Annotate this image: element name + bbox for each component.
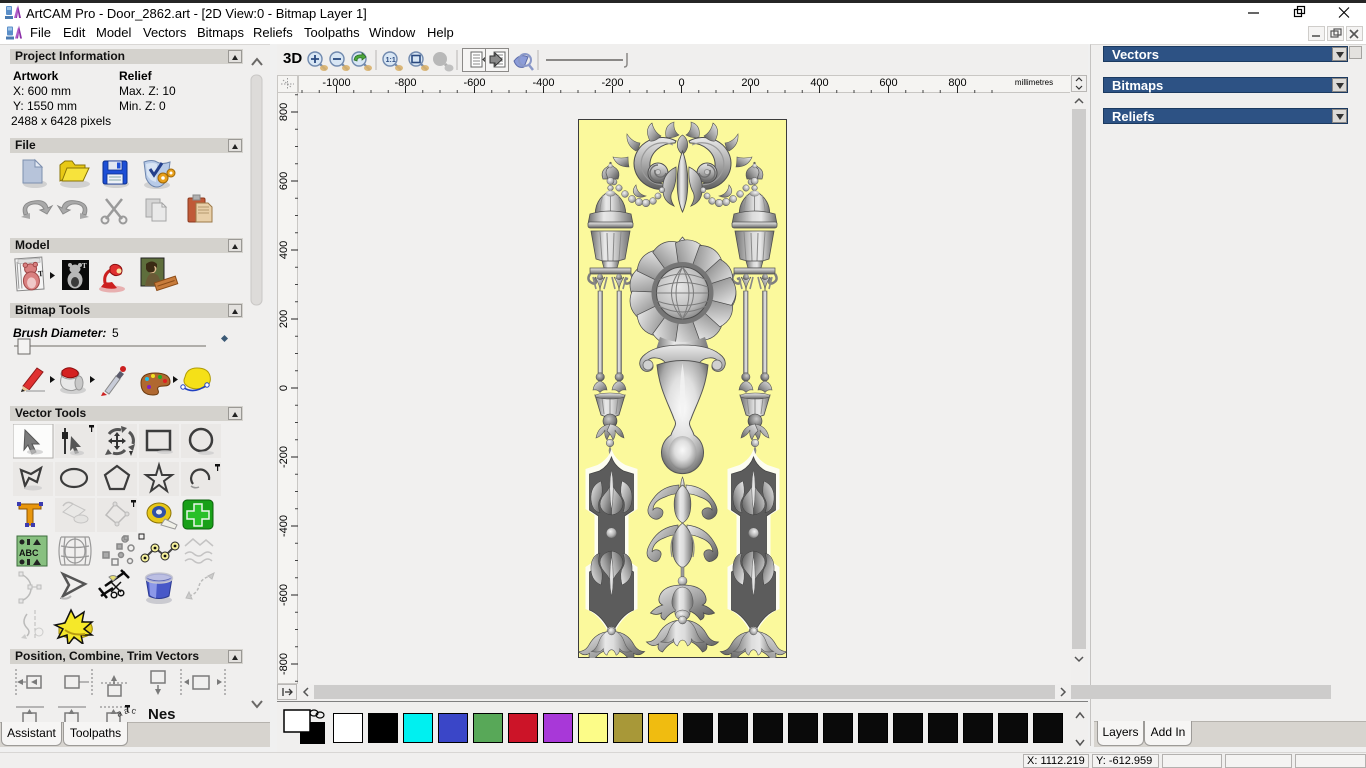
svg-text:Nes: Nes xyxy=(148,706,176,723)
svg-text:-200: -200 xyxy=(278,446,290,468)
svg-text:-400: -400 xyxy=(278,515,290,537)
svg-text:1:1: 1:1 xyxy=(386,57,396,64)
svg-text:400: 400 xyxy=(810,77,828,89)
svg-text:T: T xyxy=(82,262,87,270)
svg-text:600: 600 xyxy=(879,77,897,89)
svg-text:-600: -600 xyxy=(463,77,485,89)
svg-text:800: 800 xyxy=(278,103,290,121)
svg-text:600: 600 xyxy=(278,172,290,190)
svg-text:ABC: ABC xyxy=(19,548,39,558)
svg-text:800: 800 xyxy=(948,77,966,89)
svg-text:-1000: -1000 xyxy=(322,77,350,89)
svg-text:-800: -800 xyxy=(394,77,416,89)
svg-text:0: 0 xyxy=(678,77,684,89)
svg-text:T: T xyxy=(38,269,45,278)
svg-text:millimetres: millimetres xyxy=(1015,78,1053,87)
svg-text:0: 0 xyxy=(278,385,290,391)
svg-text:200: 200 xyxy=(741,77,759,89)
svg-text:c: c xyxy=(130,705,137,716)
svg-text:-400: -400 xyxy=(532,77,554,89)
svg-text:200: 200 xyxy=(278,310,290,328)
svg-text:-800: -800 xyxy=(278,653,290,675)
svg-text:-200: -200 xyxy=(601,77,623,89)
svg-text:400: 400 xyxy=(278,241,290,259)
svg-text:-600: -600 xyxy=(278,584,290,606)
